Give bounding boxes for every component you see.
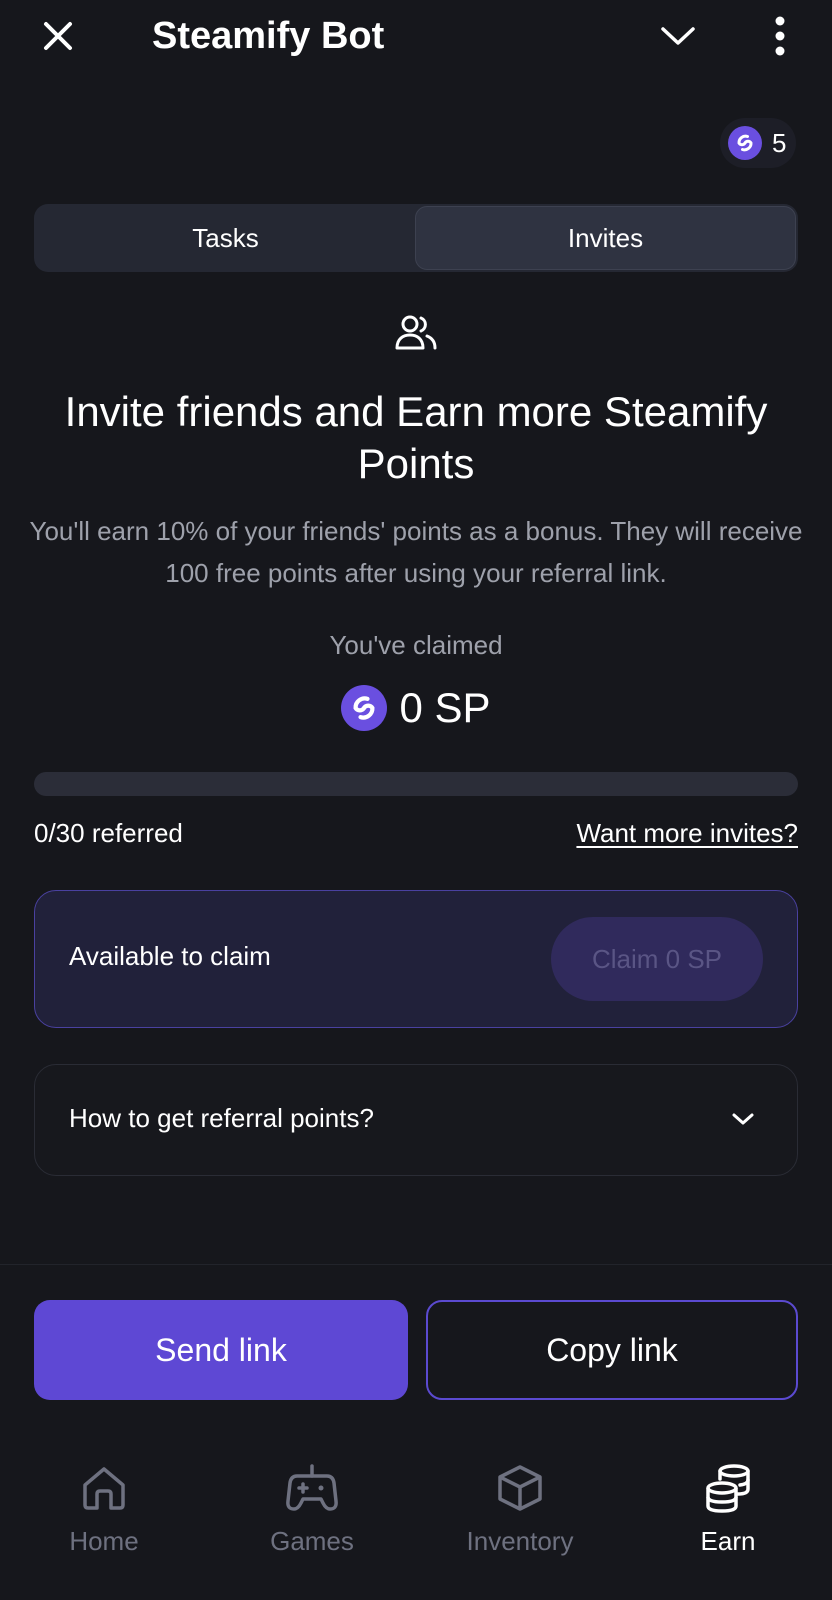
balance-pill: 5 — [720, 118, 797, 168]
claim-button[interactable]: Claim 0 SP — [551, 917, 763, 1001]
claimed-label: You've claimed — [329, 630, 503, 660]
people-icon — [395, 315, 437, 350]
claim-card: Available to claim Claim 0 SP — [34, 890, 798, 1028]
copy-link-button[interactable]: Copy link — [426, 1300, 798, 1400]
referral-progress-bar — [34, 772, 798, 796]
more-menu-button[interactable] — [760, 10, 800, 62]
chevron-down-icon — [661, 27, 695, 45]
nav-inventory[interactable]: Inventory — [416, 1432, 624, 1600]
steamify-coin-icon — [728, 126, 762, 160]
want-more-invites-link[interactable]: Want more invites? — [576, 818, 798, 849]
claimed-value: 0 SP — [399, 684, 491, 731]
close-button[interactable] — [36, 14, 80, 58]
nav-label: Home — [69, 1526, 139, 1556]
nav-label: Earn — [700, 1526, 756, 1556]
claimed-amount: 0 SP — [0, 684, 832, 732]
more-vertical-icon — [775, 16, 785, 56]
gamepad-icon — [284, 1460, 340, 1516]
nav-games[interactable]: Games — [208, 1432, 416, 1600]
nav-label: Inventory — [466, 1526, 574, 1556]
tab-bar: Tasks Invites — [34, 204, 798, 272]
referred-count: 0/30 referred — [34, 818, 183, 848]
app-header: Steamify Bot — [0, 0, 832, 72]
coins-icon — [700, 1460, 756, 1516]
box-icon — [492, 1460, 548, 1516]
steamify-coin-icon — [341, 685, 388, 731]
nav-home[interactable]: Home — [0, 1432, 208, 1600]
chevron-down-icon — [729, 1105, 757, 1133]
home-icon — [76, 1460, 132, 1516]
nav-label: Games — [270, 1526, 354, 1556]
collapse-button[interactable] — [654, 14, 702, 58]
tab-tasks[interactable]: Tasks — [36, 206, 415, 270]
divider — [0, 1264, 832, 1265]
available-to-claim-label: Available to claim — [69, 941, 271, 971]
send-link-button[interactable]: Send link — [34, 1300, 408, 1400]
tab-invites[interactable]: Invites — [415, 206, 796, 270]
invite-headline: Invite friends and Earn more Steamify Po… — [64, 388, 768, 487]
invite-description: You'll earn 10% of your friends' points … — [29, 516, 803, 588]
nav-earn[interactable]: Earn — [624, 1432, 832, 1600]
referral-points-accordion[interactable]: How to get referral points? — [34, 1064, 798, 1176]
app-title: Steamify Bot — [152, 15, 385, 57]
close-icon — [44, 22, 72, 50]
bottom-navigation: Home Games Inventory Earn — [0, 1432, 832, 1600]
balance-value: 5 — [772, 127, 787, 158]
accordion-label: How to get referral points? — [69, 1103, 374, 1133]
